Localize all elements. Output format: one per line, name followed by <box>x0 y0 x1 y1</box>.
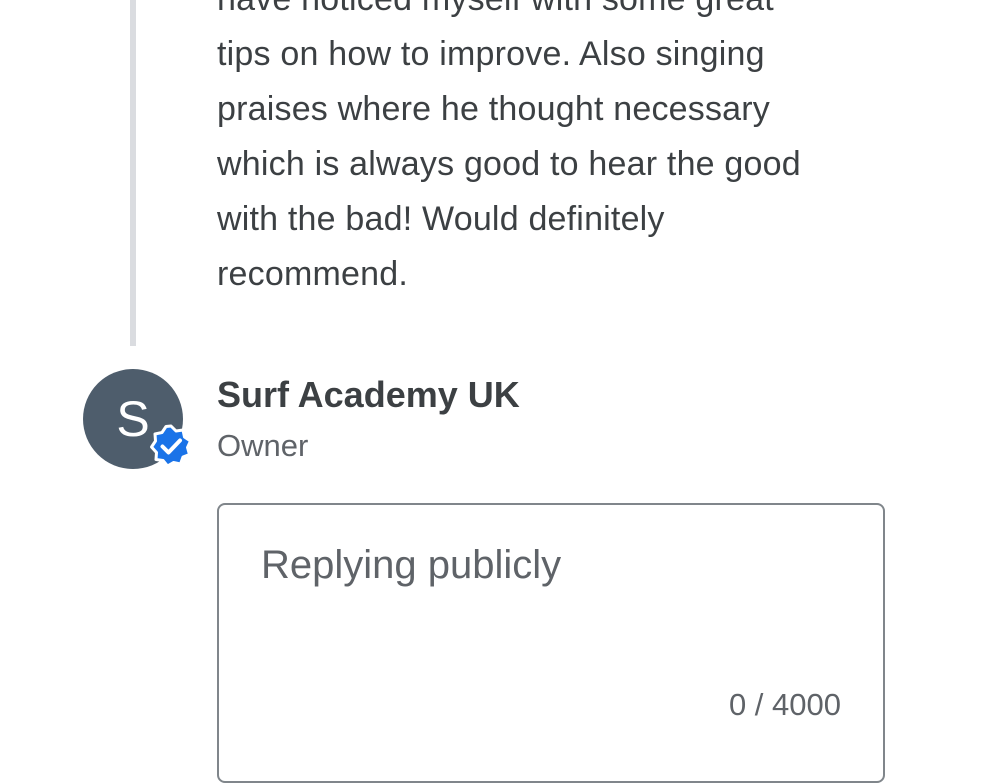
reply-input[interactable] <box>261 535 841 595</box>
owner-name: Surf Academy UK <box>217 374 520 415</box>
review-quote-bar <box>130 0 136 346</box>
verified-check-icon <box>150 424 192 468</box>
review-text-line: with the bad! Would definitely <box>217 200 665 238</box>
owner-role: Owner <box>217 428 309 463</box>
review-text-line: praises where he thought necessary <box>217 90 771 128</box>
review-text-line: have noticed myself with some great <box>217 0 917 27</box>
review-text: have noticed myself with some great tips… <box>217 0 917 302</box>
review-text-line: which is always good to hear the good <box>217 145 801 183</box>
reply-text-area[interactable]: 0 / 4000 <box>217 503 885 783</box>
character-counter: 0 / 4000 <box>728 687 841 722</box>
review-text-line: tips on how to improve. Also singing <box>217 35 765 73</box>
review-text-line: recommend. <box>217 255 408 293</box>
